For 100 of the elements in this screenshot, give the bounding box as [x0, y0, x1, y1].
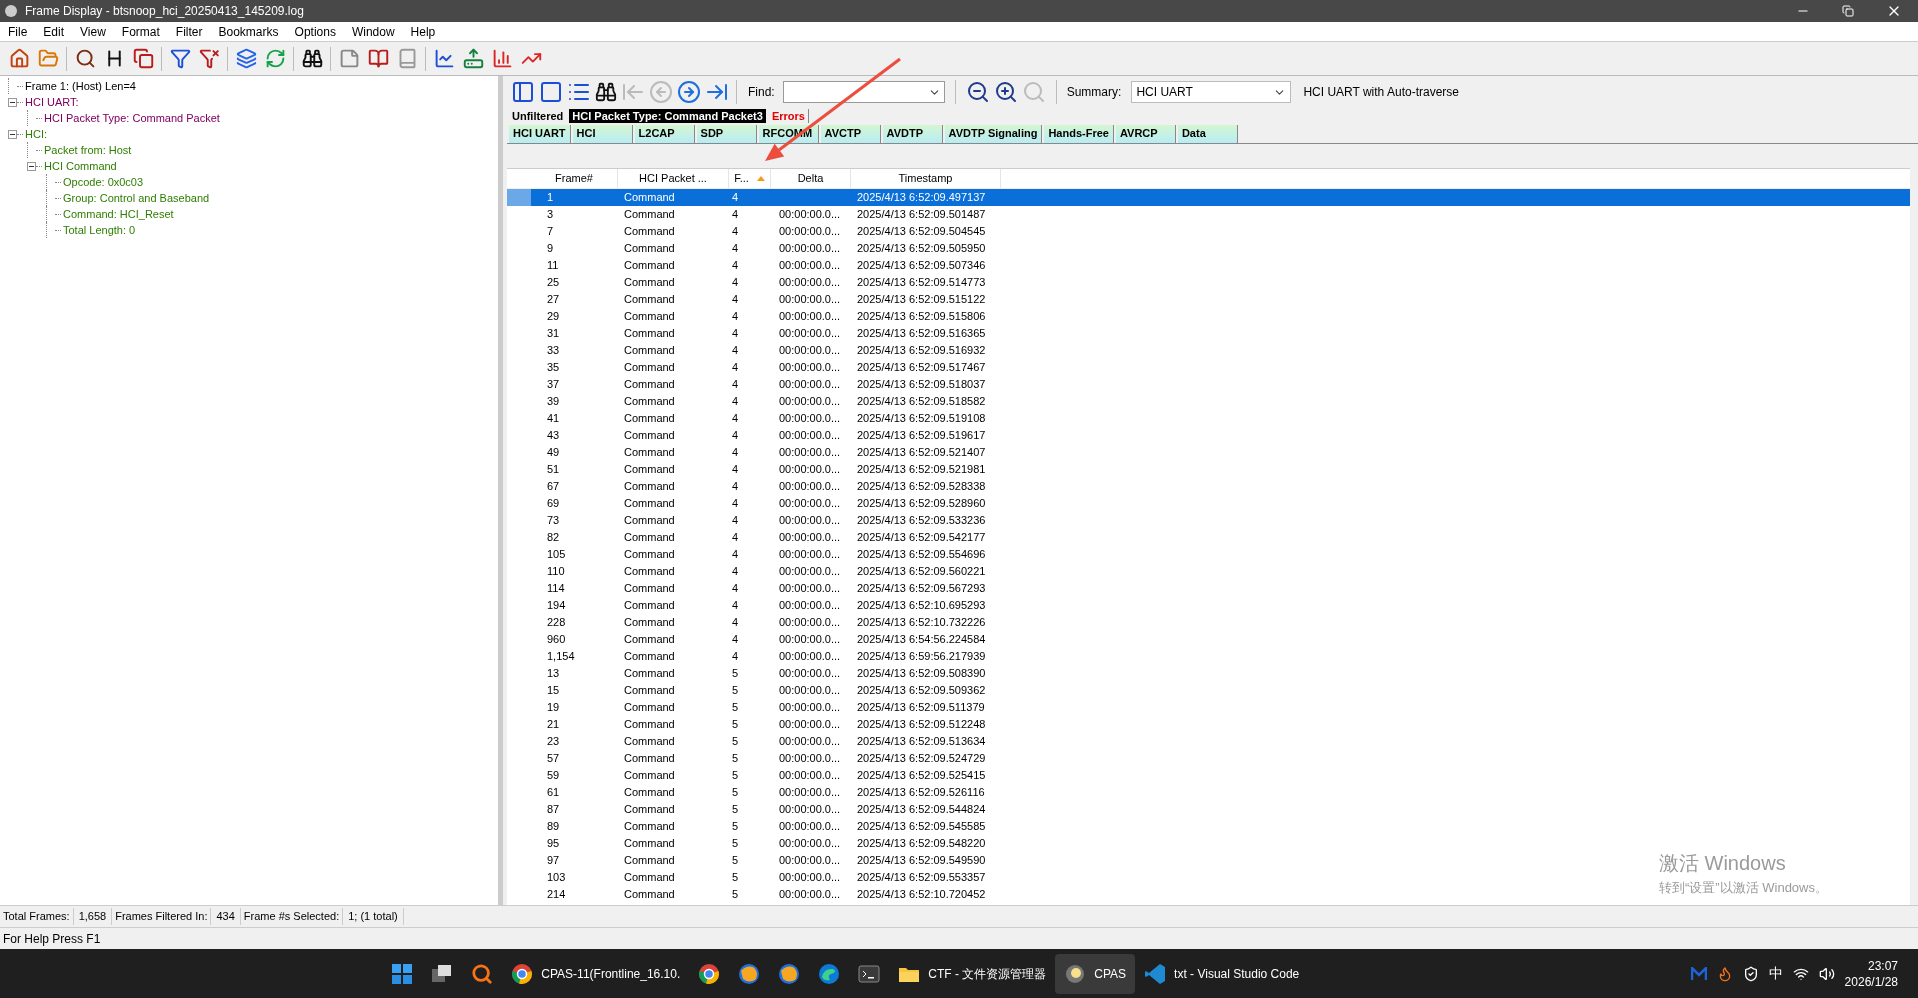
browser-icon[interactable] — [511, 962, 534, 985]
menu-item[interactable]: Edit — [35, 22, 73, 41]
table-row[interactable]: 69 Command 4 00:00:00.0... 2025/4/13 6:52:09.528960 — [507, 495, 1001, 512]
tree-item[interactable]: HCI UART: — [25, 93, 79, 111]
tree-item[interactable]: Total Length: 0 — [63, 221, 136, 239]
tree-item[interactable]: HCI: — [25, 125, 47, 143]
code-editor-icon[interactable] — [1144, 962, 1167, 985]
protocol-tab[interactable]: HCI — [572, 125, 633, 143]
mail-icon[interactable] — [1690, 966, 1707, 981]
table-row[interactable]: 87 Command 5 00:00:00.0... 2025/4/13 6:52:09.544824 — [507, 801, 1001, 818]
table-row[interactable]: 59 Command 5 00:00:00.0... 2025/4/13 6:52:09.525415 — [507, 767, 1001, 784]
tree-item[interactable]: Group: Control and Baseband — [63, 189, 210, 207]
table-row[interactable]: 95 Command 5 00:00:00.0... 2025/4/13 6:52:09.548220 — [507, 835, 1001, 852]
table-row[interactable]: 1,154 Command 4 00:00:00.0... 2025/4/13 6:59:56.217939 — [507, 648, 1001, 665]
taskbar-button[interactable]: txt - Visual Studio Code — [1135, 953, 1309, 994]
column-header[interactable]: Timestamp — [851, 169, 1001, 188]
table-row[interactable]: 82 Command 4 00:00:00.0... 2025/4/13 6:52:09.542177 — [507, 529, 1001, 546]
table-row[interactable]: 49 Command 4 00:00:00.0... 2025/4/13 6:52:09.521407 — [507, 444, 1001, 461]
table-row[interactable]: 194 Command 4 00:00:00.0... 2025/4/13 6:52:10.695293 — [507, 597, 1001, 614]
table-row[interactable]: 25 Command 4 00:00:00.0... 2025/4/13 6:52:09.514773 — [507, 274, 1001, 291]
table-row[interactable]: 73 Command 4 00:00:00.0... 2025/4/13 6:52:09.533236 — [507, 512, 1001, 529]
protocol-tab[interactable]: AVDTP — [882, 125, 943, 143]
column-header[interactable]: Delta — [771, 169, 851, 188]
taskbar-button[interactable]: CTF - 文件资源管理器 — [889, 953, 1056, 994]
table-row[interactable]: 13 Command 5 00:00:00.0... 2025/4/13 6:52:09.508390 — [507, 665, 1001, 682]
menu-item[interactable]: Bookmarks — [210, 22, 287, 41]
table-row[interactable]: 97 Command 5 00:00:00.0... 2025/4/13 6:52:09.549590 — [507, 852, 1001, 869]
table-row[interactable]: 7 Command 4 00:00:00.0... 2025/4/13 6:52:09.504545 — [507, 223, 1001, 240]
filter-tab[interactable]: HCI Packet Type: Command Packet3 — [569, 109, 766, 123]
protocol-tab[interactable]: L2CAP — [634, 125, 695, 143]
table-row[interactable]: 33 Command 4 00:00:00.0... 2025/4/13 6:52:09.516932 — [507, 342, 1001, 359]
table-row[interactable]: 960 Command 4 00:00:00.0... 2025/4/13 6:54:56.224584 — [507, 631, 1001, 648]
tree-item[interactable]: Opcode: 0x0c03 — [63, 173, 144, 191]
filter-tab[interactable]: Unfiltered — [509, 109, 567, 123]
table-row[interactable]: 61 Command 5 00:00:00.0... 2025/4/13 6:52:09.526116 — [507, 784, 1001, 801]
table-row[interactable]: 29 Command 4 00:00:00.0... 2025/4/13 6:52:09.515806 — [507, 308, 1001, 325]
find-next-icon[interactable] — [993, 80, 1018, 104]
protocol-tab[interactable]: AVCTP — [820, 125, 881, 143]
table-row[interactable]: 31 Command 4 00:00:00.0... 2025/4/13 6:52:09.516365 — [507, 325, 1001, 342]
browser-icon[interactable] — [778, 962, 801, 985]
protocol-tab[interactable]: Data — [1177, 125, 1238, 143]
table-row[interactable]: 15 Command 5 00:00:00.0... 2025/4/13 6:52:09.509362 — [507, 682, 1001, 699]
table-row[interactable]: 114 Command 4 00:00:00.0... 2025/4/13 6:52:09.567293 — [507, 580, 1001, 597]
table-row[interactable]: 57 Command 5 00:00:00.0... 2025/4/13 6:52:09.524729 — [507, 750, 1001, 767]
table-row[interactable]: 103 Command 5 00:00:00.0... 2025/4/13 6:52:09.553357 — [507, 869, 1001, 886]
table-row[interactable]: 67 Command 4 00:00:00.0... 2025/4/13 6:52:09.528338 — [507, 478, 1001, 495]
protocol-tab[interactable]: HCI UART — [509, 125, 571, 143]
table-row[interactable]: 19 Command 5 00:00:00.0... 2025/4/13 6:52:09.511379 — [507, 699, 1001, 716]
summary-dropdown[interactable]: HCI UART — [1131, 81, 1292, 103]
column-header[interactable]: Frame# — [531, 169, 618, 188]
find-field[interactable] — [782, 81, 945, 103]
table-row[interactable]: 105 Command 4 00:00:00.0... 2025/4/13 6:52:09.554696 — [507, 546, 1001, 563]
table-row[interactable]: 39 Command 4 00:00:00.0... 2025/4/13 6:52:09.518582 — [507, 393, 1001, 410]
menu-item[interactable]: Format — [113, 22, 168, 41]
table-row[interactable]: 3 Command 4 00:00:00.0... 2025/4/13 6:52:09.501487 — [507, 206, 1001, 223]
pane-layout-icon[interactable] — [539, 80, 563, 104]
tree-item[interactable]: HCI Command — [44, 157, 117, 175]
find-previous-icon[interactable] — [965, 80, 990, 104]
tree-item[interactable]: HCI Packet Type: Command Packet — [44, 109, 220, 127]
collapse-icon[interactable] — [8, 129, 17, 139]
collapse-icon[interactable] — [27, 161, 36, 171]
table-row[interactable]: 110 Command 4 00:00:00.0... 2025/4/13 6:52:09.560221 — [507, 563, 1001, 580]
table-row[interactable]: 35 Command 4 00:00:00.0... 2025/4/13 6:52:09.517467 — [507, 359, 1001, 376]
pane-layout-icon[interactable] — [511, 80, 535, 104]
menu-item[interactable]: File — [0, 22, 36, 41]
tree-item[interactable]: Frame 1: (Host) Len=4 — [25, 77, 136, 95]
browser-icon[interactable] — [698, 962, 721, 985]
table-row[interactable]: 23 Command 5 00:00:00.0... 2025/4/13 6:52:09.513634 — [507, 733, 1001, 750]
tree-item[interactable]: Command: HCI_Reset — [63, 205, 174, 223]
forward-icon[interactable] — [677, 80, 701, 104]
terminal-icon[interactable] — [858, 962, 881, 985]
search-icon[interactable] — [471, 962, 494, 985]
app-icon[interactable] — [1064, 962, 1087, 985]
protocol-tab[interactable]: Hands-Free — [1044, 125, 1114, 143]
table-row[interactable]: 11 Command 4 00:00:00.0... 2025/4/13 6:52:09.507346 — [507, 257, 1001, 274]
table-row[interactable]: 43 Command 4 00:00:00.0... 2025/4/13 6:52:09.519617 — [507, 427, 1001, 444]
input-method[interactable]: 中 — [1768, 963, 1783, 984]
menu-item[interactable]: Filter — [167, 22, 211, 41]
protocol-tab[interactable]: AVDTP Signaling — [944, 125, 1043, 143]
taskbar-button[interactable]: CPAS — [1055, 953, 1136, 994]
column-header[interactable]: HCI Packet ... — [618, 169, 729, 188]
column-header[interactable]: F... — [729, 169, 771, 188]
task-view-icon[interactable] — [431, 962, 454, 985]
volume-icon[interactable] — [1818, 965, 1835, 982]
table-row[interactable]: 51 Command 4 00:00:00.0... 2025/4/13 6:52:09.521981 — [507, 461, 1001, 478]
table-row[interactable]: 27 Command 4 00:00:00.0... 2025/4/13 6:52:09.515122 — [507, 291, 1001, 308]
restore-icon[interactable] — [1842, 5, 1854, 17]
table-row[interactable]: 214 Command 5 00:00:00.0... 2025/4/13 6:52:10.720452 — [507, 886, 1001, 903]
table-row[interactable]: 89 Command 5 00:00:00.0... 2025/4/13 6:52:09.545585 — [507, 818, 1001, 835]
protocol-tab[interactable]: SDP — [696, 125, 757, 143]
table-row[interactable]: 228 Command 4 00:00:00.0... 2025/4/13 6:52:10.732226 — [507, 614, 1001, 631]
table-row[interactable]: 1 Command 4 2025/4/13 6:52:09.497137 — [507, 189, 1910, 206]
menu-item[interactable]: Help — [402, 22, 444, 41]
table-row[interactable]: 41 Command 4 00:00:00.0... 2025/4/13 6:52:09.519108 — [507, 410, 1001, 427]
browser-icon[interactable] — [818, 962, 841, 985]
menu-item[interactable]: View — [72, 22, 114, 41]
collapse-icon[interactable] — [8, 97, 17, 107]
table-row[interactable]: 9 Command 4 00:00:00.0... 2025/4/13 6:52:09.505950 — [507, 240, 1001, 257]
taskbar-button[interactable]: CPAS-11(Frontline_16.10. — [502, 953, 690, 994]
shield-icon[interactable] — [1742, 965, 1759, 982]
